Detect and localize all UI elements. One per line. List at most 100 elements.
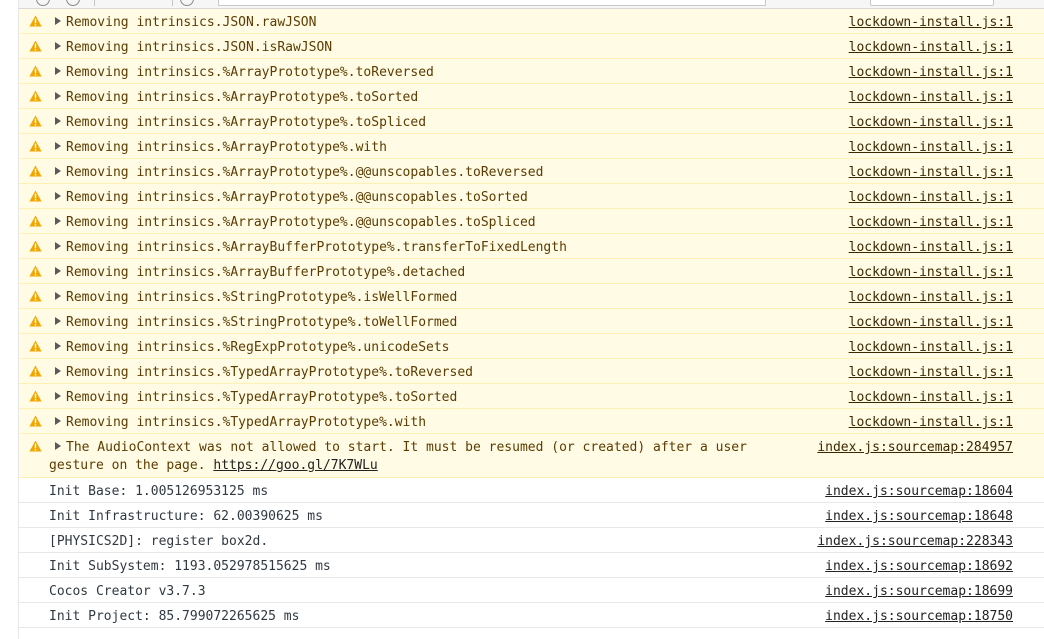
message-text: Removing intrinsics.%ArrayPrototype%.wit…: [66, 140, 387, 155]
source-link[interactable]: lockdown-install.js:1: [849, 315, 1013, 331]
console-warning-message[interactable]: Removing intrinsics.JSON.rawJSON lockdow…: [19, 9, 1044, 34]
caret-right-icon[interactable]: [55, 92, 61, 100]
message-text: Removing intrinsics.%TypedArrayPrototype…: [66, 365, 473, 380]
message-text: Removing intrinsics.%ArrayPrototype%.@@u…: [66, 190, 528, 205]
console-warning-message[interactable]: Removing intrinsics.%ArrayPrototype%.toS…: [19, 84, 1044, 109]
source-link[interactable]: index.js:sourcemap:18604: [825, 484, 1013, 500]
caret-right-icon[interactable]: [55, 367, 61, 375]
source-link[interactable]: lockdown-install.js:1: [849, 115, 1013, 131]
warning-triangle-icon: [29, 165, 42, 177]
console-warning-message[interactable]: Removing intrinsics.%ArrayBufferPrototyp…: [19, 234, 1044, 259]
console-warning-message[interactable]: Removing intrinsics.%ArrayPrototype%.@@u…: [19, 209, 1044, 234]
console-warning-message[interactable]: Removing intrinsics.%StringPrototype%.to…: [19, 309, 1044, 334]
console-log-message[interactable]: Init SubSystem: 1193.052978515625 ms ind…: [19, 553, 1044, 578]
console-warning-message[interactable]: Removing intrinsics.%TypedArrayPrototype…: [19, 359, 1044, 384]
caret-right-icon[interactable]: [55, 42, 61, 50]
source-link[interactable]: lockdown-install.js:1: [849, 340, 1013, 356]
source-link[interactable]: lockdown-install.js:1: [849, 390, 1013, 406]
eye-icon[interactable]: [180, 0, 194, 6]
console-log-message[interactable]: Cocos Creator v3.7.3 index.js:sourcemap:…: [19, 578, 1044, 603]
console-warning-message[interactable]: Removing intrinsics.%TypedArrayPrototype…: [19, 384, 1044, 409]
message-text: Cocos Creator v3.7.3: [49, 584, 206, 599]
warning-triangle-icon: [29, 190, 42, 202]
console-warning-message[interactable]: Removing intrinsics.%ArrayPrototype%.@@u…: [19, 184, 1044, 209]
caret-right-icon[interactable]: [55, 67, 61, 75]
source-link[interactable]: lockdown-install.js:1: [849, 190, 1013, 206]
warning-triangle-icon: [29, 365, 42, 377]
caret-right-icon[interactable]: [55, 117, 61, 125]
source-link[interactable]: lockdown-install.js:1: [849, 365, 1013, 381]
console-warning-message[interactable]: Removing intrinsics.%ArrayPrototype%.toR…: [19, 59, 1044, 84]
warning-triangle-icon: [29, 40, 42, 52]
console-warning-message[interactable]: Removing intrinsics.%StringPrototype%.is…: [19, 284, 1044, 309]
warning-triangle-icon: [29, 215, 42, 227]
toolbar-separator: [172, 0, 173, 6]
caret-right-icon[interactable]: [55, 267, 61, 275]
caret-right-icon[interactable]: [55, 192, 61, 200]
console-warning-message[interactable]: Removing intrinsics.%ArrayPrototype%.@@u…: [19, 159, 1044, 184]
warning-triangle-icon: [29, 90, 42, 102]
message-text: Removing intrinsics.%ArrayPrototype%.toS…: [66, 115, 427, 130]
console-warning-message[interactable]: Removing intrinsics.JSON.isRawJSON lockd…: [19, 34, 1044, 59]
toolbar-separator: [94, 0, 95, 6]
filter-input[interactable]: [218, 0, 766, 6]
caret-right-icon[interactable]: [55, 392, 61, 400]
source-link[interactable]: lockdown-install.js:1: [849, 140, 1013, 156]
console-gutter: [0, 0, 19, 639]
source-link[interactable]: lockdown-install.js:1: [849, 290, 1013, 306]
log-levels-dropdown[interactable]: [870, 0, 994, 6]
source-link[interactable]: lockdown-install.js:1: [849, 215, 1013, 231]
source-link[interactable]: lockdown-install.js:1: [849, 65, 1013, 81]
caret-right-icon[interactable]: [55, 167, 61, 175]
source-link[interactable]: lockdown-install.js:1: [849, 165, 1013, 181]
console-log-message[interactable]: Init Infrastructure: 62.00390625 ms inde…: [19, 503, 1044, 528]
caret-right-icon[interactable]: [55, 242, 61, 250]
message-text: Removing intrinsics.%TypedArrayPrototype…: [66, 415, 427, 430]
warning-triangle-icon: [29, 265, 42, 277]
block-icon[interactable]: [66, 0, 80, 6]
console-toolbar: [0, 0, 1044, 9]
source-link[interactable]: index.js:sourcemap:18692: [825, 559, 1013, 575]
message-text: Removing intrinsics.%StringPrototype%.to…: [66, 315, 458, 330]
console-warning-message[interactable]: Removing intrinsics.%RegExpPrototype%.un…: [19, 334, 1044, 359]
caret-right-icon[interactable]: [55, 142, 61, 150]
warning-triangle-icon: [29, 15, 42, 27]
source-link[interactable]: index.js:sourcemap:228343: [817, 534, 1013, 550]
devtools-console: Removing intrinsics.JSON.rawJSON lockdow…: [0, 0, 1044, 639]
source-link[interactable]: lockdown-install.js:1: [849, 40, 1013, 56]
source-link[interactable]: index.js:sourcemap:18750: [825, 609, 1013, 625]
console-messages: Removing intrinsics.JSON.rawJSON lockdow…: [19, 9, 1044, 628]
console-log-message[interactable]: [PHYSICS2D]: register box2d. index.js:so…: [19, 528, 1044, 553]
message-text: Removing intrinsics.%RegExpPrototype%.un…: [66, 340, 450, 355]
caret-right-icon[interactable]: [55, 17, 61, 25]
console-warning-message[interactable]: Removing intrinsics.%ArrayPrototype%.toS…: [19, 109, 1044, 134]
caret-right-icon[interactable]: [55, 442, 61, 450]
caret-right-icon[interactable]: [55, 417, 61, 425]
console-warning-message[interactable]: Removing intrinsics.%TypedArrayPrototype…: [19, 409, 1044, 434]
source-link[interactable]: lockdown-install.js:1: [849, 240, 1013, 256]
source-link[interactable]: lockdown-install.js:1: [849, 90, 1013, 106]
source-link[interactable]: lockdown-install.js:1: [849, 265, 1013, 281]
warning-triangle-icon: [29, 115, 42, 127]
source-link[interactable]: lockdown-install.js:1: [849, 15, 1013, 31]
console-warning-message[interactable]: Removing intrinsics.%ArrayPrototype%.wit…: [19, 134, 1044, 159]
console-log-message[interactable]: Init Project: 85.799072265625 ms index.j…: [19, 603, 1044, 628]
source-link[interactable]: index.js:sourcemap:284957: [817, 440, 1013, 456]
source-link[interactable]: index.js:sourcemap:18699: [825, 584, 1013, 600]
caret-right-icon[interactable]: [55, 292, 61, 300]
caret-right-icon[interactable]: [55, 217, 61, 225]
console-warning-message-audiocontext[interactable]: The AudioContext was not allowed to star…: [19, 434, 1044, 478]
warning-triangle-icon: [29, 65, 42, 77]
source-link[interactable]: lockdown-install.js:1: [849, 415, 1013, 431]
message-text: Removing intrinsics.JSON.isRawJSON: [66, 40, 333, 55]
source-link[interactable]: index.js:sourcemap:18648: [825, 509, 1013, 525]
console-log-message[interactable]: Init Base: 1.005126953125 ms index.js:so…: [19, 478, 1044, 503]
help-link[interactable]: https://goo.gl/7K7WLu: [213, 458, 377, 473]
warning-triangle-icon: [29, 440, 42, 452]
message-text-continued: gesture on the page. https://goo.gl/7K7W…: [49, 458, 378, 474]
clear-console-icon[interactable]: [36, 0, 50, 6]
warning-triangle-icon: [29, 415, 42, 427]
caret-right-icon[interactable]: [55, 317, 61, 325]
caret-right-icon[interactable]: [55, 342, 61, 350]
console-warning-message[interactable]: Removing intrinsics.%ArrayBufferPrototyp…: [19, 259, 1044, 284]
